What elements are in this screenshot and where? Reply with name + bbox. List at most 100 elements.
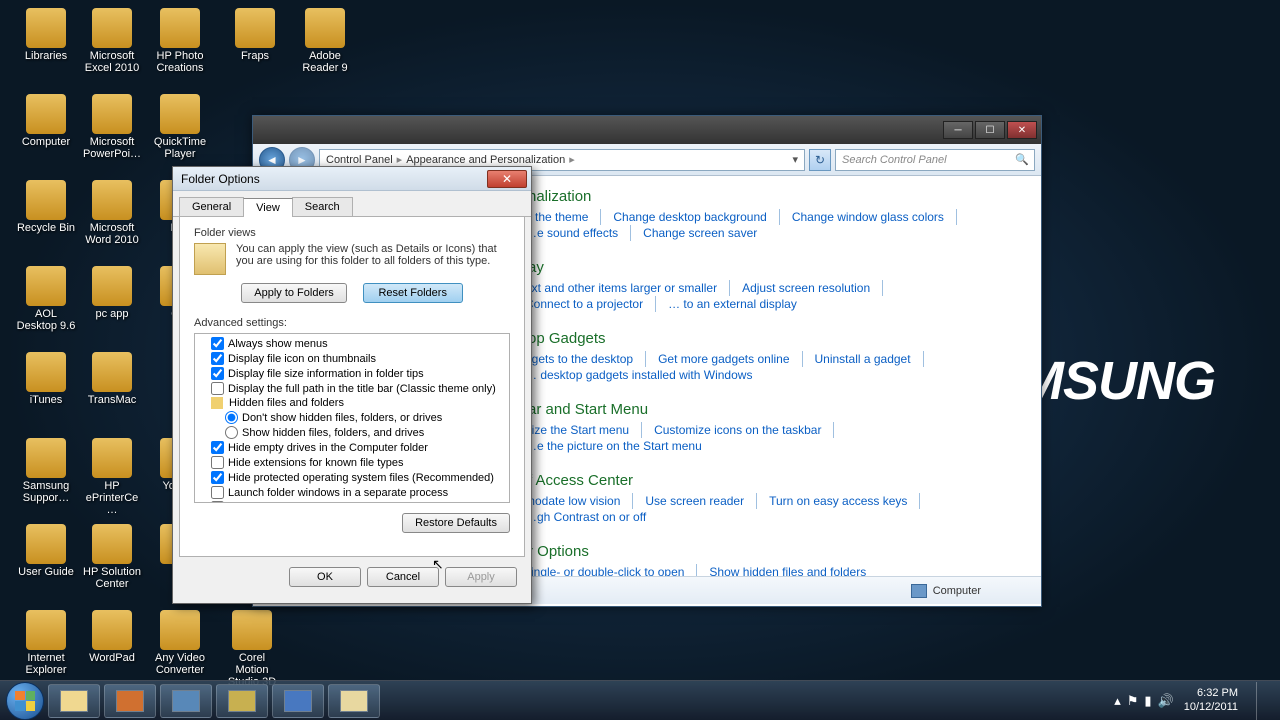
tray-action-center-icon[interactable]: ⚑ <box>1127 693 1139 709</box>
radio-input[interactable] <box>225 426 238 439</box>
setting-row[interactable]: Hide extensions for known file types <box>197 455 507 470</box>
taskbar-app-button[interactable] <box>328 684 380 718</box>
desktop-icon[interactable]: User Guide <box>16 524 76 578</box>
setting-row[interactable]: Restore previous folder windows at logon <box>197 500 507 503</box>
checkbox-input[interactable] <box>211 352 224 365</box>
advanced-settings-tree[interactable]: Always show menusDisplay file icon on th… <box>194 333 510 503</box>
checkbox-input[interactable] <box>211 471 224 484</box>
setting-row[interactable]: Show hidden files, folders, and drives <box>197 425 507 440</box>
refresh-button[interactable]: ↻ <box>809 149 831 171</box>
task-link[interactable]: Show hidden files and folders <box>697 564 878 576</box>
category-heading[interactable]: …r Options <box>513 543 1021 560</box>
setting-row[interactable]: Don't show hidden files, folders, or dri… <box>197 410 507 425</box>
desktop-icon[interactable]: TransMac <box>82 352 142 406</box>
desktop-icon[interactable]: iTunes <box>16 352 76 406</box>
task-link[interactable]: Use screen reader <box>633 493 757 509</box>
desktop-icon[interactable]: Microsoft Excel 2010 <box>82 8 142 74</box>
checkbox-input[interactable] <box>211 382 224 395</box>
tray-chevron-icon[interactable]: ▴ <box>1114 693 1121 709</box>
search-input[interactable]: Search Control Panel 🔍 <box>835 149 1035 171</box>
taskbar-pin-explorer[interactable] <box>48 684 100 718</box>
task-link[interactable]: Connect to a projector <box>513 296 656 312</box>
category-heading[interactable]: …ay <box>513 259 1021 276</box>
task-link[interactable]: Change window glass colors <box>780 209 957 225</box>
show-desktop-button[interactable] <box>1256 682 1268 720</box>
maximize-button[interactable]: ☐ <box>975 121 1005 139</box>
desktop-icon[interactable]: AOL Desktop 9.6 <box>16 266 76 332</box>
setting-row[interactable]: Hide empty drives in the Computer folder <box>197 440 507 455</box>
task-link[interactable]: …ext and other items larger or smaller <box>513 280 730 296</box>
desktop-icon[interactable]: QuickTime Player <box>150 94 210 160</box>
desktop-icon[interactable]: WordPad <box>82 610 142 664</box>
setting-row[interactable]: Hide protected operating system files (R… <box>197 470 507 485</box>
checkbox-input[interactable] <box>211 456 224 469</box>
taskbar-app-button[interactable] <box>272 684 324 718</box>
clock[interactable]: 6:32 PM 10/12/2011 <box>1184 687 1238 713</box>
setting-row[interactable]: Launch folder windows in a separate proc… <box>197 485 507 500</box>
task-link[interactable]: …e the picture on the Start menu <box>513 438 714 454</box>
task-link[interactable]: Uninstall a gadget <box>803 351 924 367</box>
close-button[interactable]: ✕ <box>487 170 527 188</box>
desktop-icon[interactable]: Recycle Bin <box>16 180 76 234</box>
setting-row[interactable]: Display the full path in the title bar (… <box>197 381 507 396</box>
desktop-icon[interactable]: Libraries <box>16 8 76 62</box>
desktop-icon[interactable]: HP Solution Center <box>82 524 142 590</box>
desktop-icon[interactable]: pc app <box>82 266 142 320</box>
setting-row[interactable]: Display file icon on thumbnails <box>197 351 507 366</box>
desktop-icon[interactable]: Samsung Suppor… <box>16 438 76 504</box>
category-heading[interactable]: …op Gadgets <box>513 330 1021 347</box>
cancel-button[interactable]: Cancel <box>367 567 439 587</box>
task-link[interactable]: …dgets to the desktop <box>513 351 646 367</box>
category-heading[interactable]: …nalization <box>513 188 1021 205</box>
dialog-titlebar[interactable]: Folder Options ✕ <box>173 167 531 191</box>
tab-general[interactable]: General <box>179 197 244 216</box>
desktop-icon[interactable]: Microsoft PowerPoi… <box>82 94 142 160</box>
breadcrumb-item[interactable]: Control Panel <box>326 154 393 166</box>
task-link[interactable]: Change screen saver <box>631 225 769 241</box>
desktop-icon[interactable]: Internet Explorer <box>16 610 76 676</box>
task-link[interactable]: … to an external display <box>656 296 809 312</box>
radio-input[interactable] <box>225 411 238 424</box>
close-button[interactable]: ✕ <box>1007 121 1037 139</box>
category-heading[interactable]: …f Access Center <box>513 472 1021 489</box>
checkbox-input[interactable] <box>211 486 224 499</box>
task-link[interactable]: …gh Contrast on or off <box>513 509 658 525</box>
ok-button[interactable]: OK <box>289 567 361 587</box>
tab-view[interactable]: View <box>243 198 293 217</box>
window-titlebar[interactable]: ─ ☐ ✕ <box>253 116 1041 144</box>
setting-row[interactable]: Always show menus <box>197 336 507 351</box>
desktop-icon[interactable]: Any Video Converter <box>150 610 210 676</box>
tray-volume-icon[interactable]: 🔊 <box>1158 693 1174 709</box>
taskbar-pin-player[interactable] <box>104 684 156 718</box>
task-link[interactable]: Adjust screen resolution <box>730 280 883 296</box>
checkbox-input[interactable] <box>211 367 224 380</box>
restore-defaults-button[interactable]: Restore Defaults <box>402 513 510 533</box>
task-link[interactable]: …nize the Start menu <box>513 422 642 438</box>
category-heading[interactable]: …ar and Start Menu <box>513 401 1021 418</box>
apply-button[interactable]: Apply <box>445 567 517 587</box>
task-link[interactable]: … desktop gadgets installed with Windows <box>513 367 764 383</box>
task-link[interactable]: Change desktop background <box>601 209 779 225</box>
breadcrumb-item[interactable]: Appearance and Personalization <box>406 154 565 166</box>
desktop-icon[interactable]: Microsoft Word 2010 <box>82 180 142 246</box>
checkbox-input[interactable] <box>211 501 224 503</box>
tab-search[interactable]: Search <box>292 197 353 216</box>
desktop-icon[interactable]: HP Photo Creations <box>150 8 210 74</box>
desktop-icon[interactable]: Adobe Reader 9 <box>295 8 355 74</box>
desktop-icon[interactable]: Corel Motion Studio 3D <box>222 610 282 688</box>
setting-row[interactable]: Display file size information in folder … <box>197 366 507 381</box>
desktop-icon[interactable]: HP ePrinterCe… <box>82 438 142 516</box>
task-link[interactable]: Get more gadgets online <box>646 351 802 367</box>
taskbar-app-button[interactable] <box>216 684 268 718</box>
reset-folders-button[interactable]: Reset Folders <box>363 283 463 303</box>
start-button[interactable] <box>6 682 44 720</box>
apply-to-folders-button[interactable]: Apply to Folders <box>241 283 346 303</box>
tray-network-icon[interactable]: ▮ <box>1144 693 1151 709</box>
desktop-icon[interactable]: Computer <box>16 94 76 148</box>
task-link[interactable]: Customize icons on the taskbar <box>642 422 834 438</box>
minimize-button[interactable]: ─ <box>943 121 973 139</box>
task-link[interactable]: Turn on easy access keys <box>757 493 920 509</box>
taskbar-app-button[interactable] <box>160 684 212 718</box>
checkbox-input[interactable] <box>211 441 224 454</box>
task-link[interactable]: …single- or double-click to open <box>513 564 697 576</box>
